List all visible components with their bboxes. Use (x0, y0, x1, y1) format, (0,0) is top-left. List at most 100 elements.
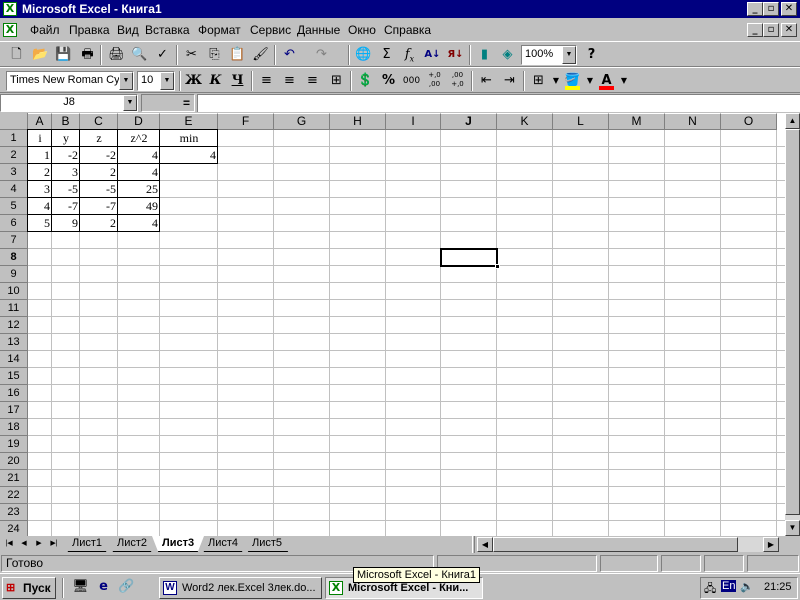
row-header-18[interactable]: 18 (0, 419, 28, 436)
chart-wizard-icon[interactable]: ▮ (474, 45, 495, 65)
row-header-15[interactable]: 15 (0, 368, 28, 385)
spreadsheet-grid[interactable]: ABCDEFGHIJKLMNO 1 2 3 4 5 6 7 8 9 10 11 12 13 14 15 16 1… (0, 113, 785, 536)
sheet-tab-Лист5[interactable]: Лист5 (242, 536, 294, 552)
row-header-3[interactable]: 3 (0, 164, 28, 181)
column-header-L[interactable]: L (553, 113, 609, 130)
chevron-down-icon[interactable]: ▼ (123, 95, 137, 111)
percent-button[interactable]: % (378, 71, 399, 91)
font-name-select[interactable]: Times New Roman Cyr ▼ (6, 71, 134, 91)
menu-view[interactable]: Вид (117, 23, 139, 37)
decrease-decimal-button[interactable]: ,00 +,0 (447, 71, 468, 91)
borders-dropdown-icon[interactable]: ▼ (551, 71, 561, 91)
currency-icon[interactable]: 💲 (355, 71, 376, 91)
cell-C3[interactable]: 2 (80, 164, 118, 181)
select-all-corner[interactable] (0, 113, 28, 130)
column-header-H[interactable]: H (330, 113, 386, 130)
workbook-icon[interactable]: X (3, 23, 17, 37)
cell-C1[interactable]: z (80, 130, 118, 147)
align-right-icon[interactable]: ≡ (302, 71, 323, 91)
increase-decimal-button[interactable]: +,0,00 (424, 71, 445, 91)
cell-A4[interactable]: 3 (28, 181, 52, 198)
column-header-M[interactable]: M (609, 113, 665, 130)
network-icon[interactable]: 🖧 (704, 580, 716, 599)
italic-button[interactable]: К (205, 71, 226, 91)
fill-color-icon[interactable]: 🪣 (562, 71, 583, 91)
row-header-1[interactable]: 1 (0, 130, 28, 147)
column-header-N[interactable]: N (665, 113, 721, 130)
autosum-icon[interactable]: Σ (376, 45, 397, 65)
volume-icon[interactable]: 🔈 (740, 580, 754, 593)
row-header-20[interactable]: 20 (0, 453, 28, 470)
column-header-G[interactable]: G (274, 113, 330, 130)
underline-button[interactable]: Ч (227, 71, 248, 91)
cell-A6[interactable]: 5 (28, 215, 52, 232)
scroll-up-arrow-icon[interactable]: ▲ (785, 113, 800, 129)
cell-D1[interactable]: z^2 (118, 130, 160, 147)
row-header-5[interactable]: 5 (0, 198, 28, 215)
name-box[interactable]: J8 ▼ (0, 94, 138, 112)
font-size-select[interactable]: 10 ▼ (137, 71, 175, 91)
lang-indicator[interactable]: En (721, 580, 737, 592)
cell-B3[interactable]: 3 (52, 164, 80, 181)
internet-explorer-icon[interactable]: e (93, 577, 114, 597)
horizontal-scroll-thumb[interactable] (493, 537, 738, 552)
vertical-scrollbar[interactable]: ▲ ▼ (785, 113, 800, 536)
column-header-I[interactable]: I (386, 113, 441, 130)
row-header-2[interactable]: 2 (0, 147, 28, 164)
horizontal-scroll-track[interactable] (493, 537, 763, 552)
cell-A1[interactable]: i (28, 130, 52, 147)
column-header-E[interactable]: E (160, 113, 218, 130)
cell-B6[interactable]: 9 (52, 215, 80, 232)
start-button[interactable]: ⊞ Пуск (2, 577, 56, 599)
row-header-22[interactable]: 22 (0, 487, 28, 504)
cell-E1[interactable]: min (160, 130, 218, 147)
column-header-K[interactable]: K (497, 113, 553, 130)
align-left-icon[interactable]: ≡ (256, 71, 277, 91)
web-hyperlink-icon[interactable]: 🌐 (353, 45, 374, 65)
zoom-select[interactable]: 100% ▼ (521, 45, 577, 65)
menu-insert[interactable]: Вставка (145, 23, 190, 37)
row-header-10[interactable]: 10 (0, 283, 28, 300)
active-cell-selection[interactable] (440, 248, 500, 269)
open-folder-icon[interactable]: 📂 (30, 45, 51, 65)
menu-tools[interactable]: Сервис (250, 23, 291, 37)
undo-icon[interactable]: ↶ (279, 45, 300, 65)
cell-C5[interactable]: -7 (80, 198, 118, 215)
cell-B2[interactable]: -2 (52, 147, 80, 164)
cell-D4[interactable]: 25 (118, 181, 160, 198)
row-header-8[interactable]: 8 (0, 249, 28, 266)
first-sheet-icon[interactable]: |◀ (2, 537, 16, 551)
fill-dropdown-icon[interactable]: ▼ (585, 71, 595, 91)
column-header-A[interactable]: A (28, 113, 52, 130)
cell-B1[interactable]: y (52, 130, 80, 147)
desktop-icon[interactable]: 🖥 (70, 577, 91, 597)
row-header-13[interactable]: 13 (0, 334, 28, 351)
taskbar-item-word[interactable]: W Word2 лек.Excel 3лек.do... (159, 577, 322, 599)
row-header-7[interactable]: 7 (0, 232, 28, 249)
cell-D5[interactable]: 49 (118, 198, 160, 215)
cell-B5[interactable]: -7 (52, 198, 80, 215)
sheet-tab-Лист2[interactable]: Лист2 (107, 536, 157, 552)
row-header-24[interactable]: 24 (0, 521, 28, 536)
menu-data[interactable]: Данные (297, 23, 340, 37)
borders-icon[interactable]: ⊞ (528, 71, 549, 91)
cell-C4[interactable]: -5 (80, 181, 118, 198)
row-header-14[interactable]: 14 (0, 351, 28, 368)
cell-C6[interactable]: 2 (80, 215, 118, 232)
cell-A3[interactable]: 2 (28, 164, 52, 181)
cell-A2[interactable]: 1 (28, 147, 52, 164)
excel-app-icon[interactable]: X (3, 2, 17, 16)
tab-split-handle[interactable] (472, 536, 475, 553)
sheet-tab-Лист3[interactable]: Лист3 (152, 536, 204, 552)
scroll-left-arrow-icon[interactable]: ◀ (477, 537, 493, 552)
menu-file[interactable]: Файл (30, 23, 60, 37)
cell-D3[interactable]: 4 (118, 164, 160, 181)
merge-center-icon[interactable]: ⊞ (326, 71, 347, 91)
scroll-down-arrow-icon[interactable]: ▼ (785, 520, 800, 536)
cell-A5[interactable]: 4 (28, 198, 52, 215)
format-painter-icon[interactable]: 🖌 (250, 45, 271, 65)
font-color-dropdown-icon[interactable]: ▼ (619, 71, 629, 91)
next-sheet-icon[interactable]: ▶ (32, 537, 46, 551)
row-header-12[interactable]: 12 (0, 317, 28, 334)
redo-icon[interactable]: ↷ (311, 45, 332, 65)
